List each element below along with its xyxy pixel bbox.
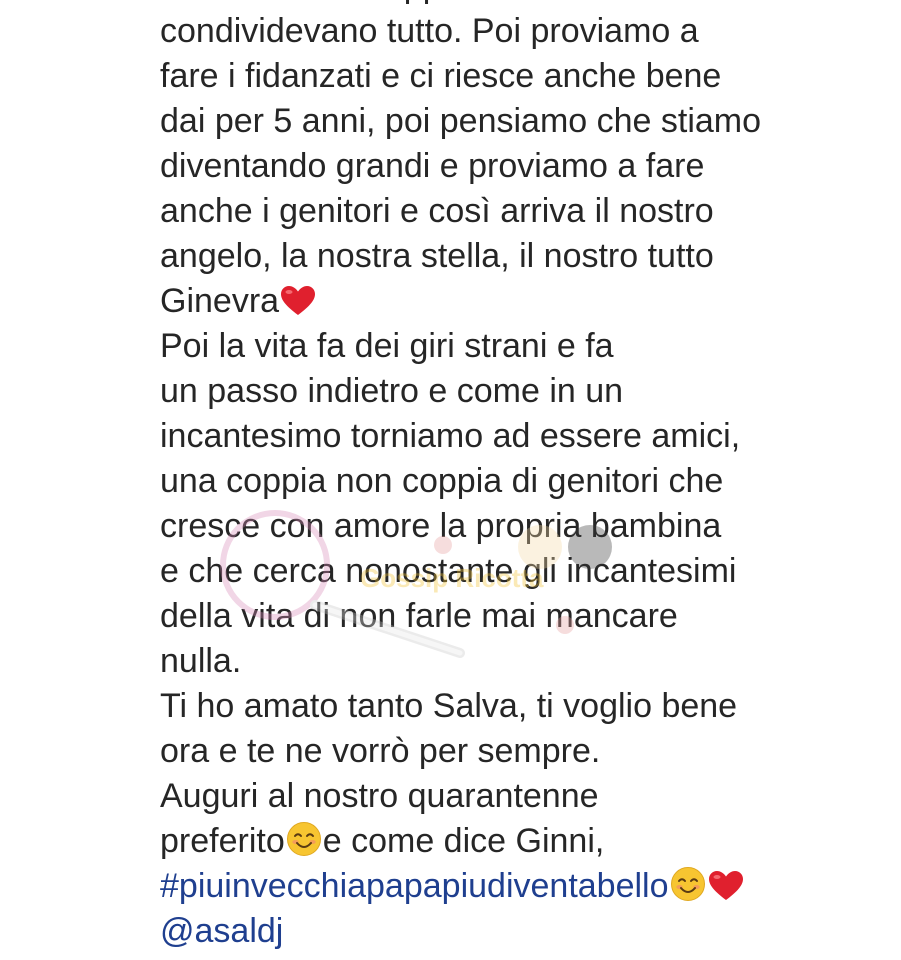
caption-line-preferito: preferito e come dice Ginni, — [160, 819, 890, 864]
hashtag-link[interactable]: #piuinvecchiapapapiudiventabello — [160, 867, 669, 905]
caption-line: Ti ho amato tanto Salva, ti voglio bene — [160, 687, 738, 725]
heart-icon — [708, 869, 744, 914]
caption-text: preferito — [160, 822, 285, 860]
caption-line: cresce con amore la propria bambina — [160, 507, 722, 545]
caption-line: un passo indietro e come in un — [160, 372, 624, 410]
caption-line-ginevra: Ginevra — [160, 279, 890, 324]
caption-line: angelo, la nostra stella, il nostro tutt… — [160, 237, 714, 275]
caption-line: diventando grandi e proviamo a fare — [160, 147, 705, 185]
caption-text: Ginevra — [160, 282, 280, 320]
caption-line: fare i fidanzati e ci riesce anche bene — [160, 57, 722, 95]
mention-link[interactable]: @asaldj — [160, 912, 283, 950]
caption-line-hashtag: #piuinvecchiapapapiudiventabello — [160, 864, 890, 909]
caption-text: e come dice Ginni, — [322, 822, 605, 860]
post-caption: eravamo una coppia di amici che condivid… — [160, 0, 890, 954]
caption-line: e che cerca nonostante gli incantesimi — [160, 552, 737, 590]
caption-line: della vita di non farle mai mancare — [160, 597, 678, 635]
caption-line: una coppia non coppia di genitori che — [160, 462, 724, 500]
caption-line: condividevano tutto. Poi proviamo a — [160, 12, 699, 50]
caption-line: incantesimo torniamo ad essere amici, — [160, 417, 741, 455]
caption-line: anche i genitori e così arriva il nostro — [160, 192, 714, 230]
caption-line: ora e te ne vorrò per sempre. — [160, 732, 601, 770]
caption-line: eravamo una coppia di amici che — [160, 0, 890, 9]
caption-line: Poi la vita fa dei giri strani e fa — [160, 327, 614, 365]
caption-line: Auguri al nostro quarantenne — [160, 777, 599, 815]
smiling-face-icon — [670, 866, 706, 914]
caption-line: nulla. — [160, 642, 242, 680]
caption-line: dai per 5 anni, poi pensiamo che stiamo — [160, 102, 762, 140]
heart-icon — [280, 284, 316, 329]
smiling-face-icon — [286, 821, 322, 869]
caption-line-mention: @asaldj — [160, 909, 890, 954]
